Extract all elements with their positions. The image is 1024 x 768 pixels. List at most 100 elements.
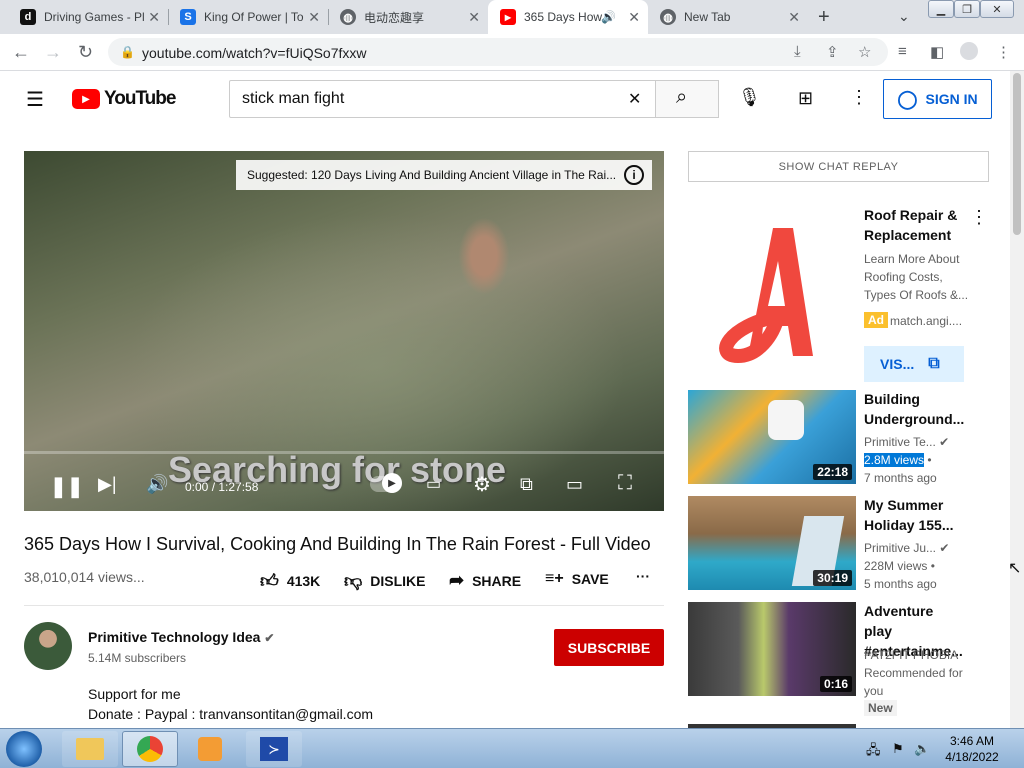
audio-playing-icon[interactable]: 🔊: [601, 10, 616, 24]
chrome-icon: ◍: [660, 9, 676, 25]
more-actions-icon[interactable]: ···: [636, 568, 650, 584]
back-arrow-icon[interactable]: ←: [12, 42, 30, 63]
recommended-thumbnail[interactable]: 0:16: [688, 602, 856, 696]
share-icon[interactable]: ⇪: [826, 43, 839, 61]
search-input[interactable]: stick man fight: [242, 90, 344, 108]
tab-new-tab[interactable]: ◍ New Tab ✕: [648, 0, 808, 34]
channel-name-text[interactable]: Primitive Technology Idea: [88, 629, 260, 645]
view-count[interactable]: 38,010,014 views...: [24, 569, 145, 585]
scrollbar-thumb[interactable]: [1013, 73, 1021, 235]
install-icon[interactable]: ⤓: [794, 43, 801, 60]
king-of-power-favicon-icon: S: [180, 9, 196, 25]
toilet-slide-shape: [768, 400, 804, 440]
video-title: 365 Days How I Survival, Cooking And Bui…: [24, 534, 651, 554]
subtitles-icon[interactable]: ▭: [426, 474, 441, 494]
recommended-views: 2.8M views: [864, 453, 925, 467]
start-button[interactable]: [6, 731, 42, 767]
side-panel-icon[interactable]: ◧: [930, 43, 944, 61]
ad-domain: match.angi....: [890, 314, 963, 328]
info-icon[interactable]: i: [624, 165, 644, 185]
microphone-icon[interactable]: 🎙: [738, 87, 761, 108]
file-explorer-icon[interactable]: [62, 731, 118, 767]
like-button[interactable]: 👍︎ 413K: [260, 570, 320, 592]
suggested-video-banner[interactable]: Suggested: 120 Days Living And Building …: [236, 160, 652, 190]
recommended-thumbnail[interactable]: 22:18: [688, 390, 856, 484]
subscribe-button[interactable]: SUBSCRIBE: [554, 629, 664, 666]
miniplayer-icon[interactable]: ⧉: [520, 474, 533, 495]
profile-avatar-icon[interactable]: [960, 42, 978, 60]
theater-mode-icon[interactable]: ▭: [566, 474, 583, 495]
hamburger-menu-icon[interactable]: ☰: [26, 87, 44, 112]
ad-title[interactable]: Roof Repair & Replacement: [864, 205, 964, 245]
bookmark-star-icon[interactable]: ☆: [858, 43, 871, 61]
video-duration: 0:16: [819, 676, 852, 692]
tab-title: 365 Days How I Survival: [524, 10, 604, 24]
chrome-taskbar-icon[interactable]: [122, 731, 178, 767]
tab-king-of-power[interactable]: S King Of Power | Tom ✕: [168, 0, 328, 34]
clear-search-icon[interactable]: ✕: [628, 89, 641, 109]
channel-line[interactable]: Primitive Te... ✔: [864, 433, 949, 451]
close-tab-icon[interactable]: ✕: [308, 9, 320, 26]
close-tab-icon[interactable]: ✕: [148, 9, 160, 26]
volume-icon[interactable]: 🔊: [146, 474, 168, 495]
minimize-button[interactable]: ▁: [928, 0, 954, 18]
close-window-button[interactable]: ✕: [980, 0, 1014, 18]
recommended-title[interactable]: Building Underground...: [864, 389, 964, 429]
tab-title: Driving Games - Play: [44, 10, 144, 24]
channel-name[interactable]: Primitive Technology Idea ✔: [88, 629, 274, 645]
tab-search-chevron-icon[interactable]: ⌄: [898, 8, 910, 25]
tab-youtube-active[interactable]: ▶ 365 Days How I Survival 🔊 ✕: [488, 0, 648, 34]
browser-toolbar: ← → ↻ 🔒 youtube.com/watch?v=fUiQSo7fxxw …: [0, 34, 1024, 71]
menu-dots-icon[interactable]: ⋮: [996, 43, 1011, 61]
ad-thumbnail[interactable]: [688, 206, 856, 374]
settings-dots-icon[interactable]: ⋮: [850, 87, 868, 108]
save-button[interactable]: ≡+ SAVE: [545, 570, 609, 588]
media-player-icon[interactable]: [182, 731, 238, 767]
fullscreen-icon[interactable]: ⛶: [618, 472, 632, 495]
action-center-icon[interactable]: ⚑: [892, 741, 904, 757]
media-control-icon[interactable]: ≡: [898, 43, 907, 60]
close-tab-icon[interactable]: ✕: [628, 9, 640, 26]
share-button[interactable]: ➦ SHARE: [449, 570, 521, 591]
recommended-channel[interactable]: FAT2FIT PHOBIA: [864, 646, 958, 664]
network-icon[interactable]: 🖧: [866, 741, 881, 763]
thumbs-down-icon: 👎︎: [344, 571, 363, 591]
taskbar-clock[interactable]: 3:46 AM 4/18/2022: [940, 733, 1004, 765]
channel-line[interactable]: Primitive Ju... ✔: [864, 539, 949, 557]
verified-icon: ✔: [939, 541, 950, 555]
lock-icon[interactable]: 🔒: [120, 45, 135, 59]
recommended-thumbnail[interactable]: 30:19: [688, 496, 856, 590]
account-icon: ◯: [897, 88, 918, 109]
settings-gear-icon[interactable]: ⚙: [473, 472, 491, 497]
url-text[interactable]: youtube.com/watch?v=fUiQSo7fxxw: [142, 45, 367, 61]
powershell-icon[interactable]: ≻: [246, 731, 302, 767]
forward-arrow-icon[interactable]: →: [44, 42, 62, 63]
new-tab-button[interactable]: +: [818, 6, 830, 29]
sign-in-button[interactable]: ◯ SIGN IN: [883, 79, 992, 119]
verified-icon: ✔: [939, 435, 950, 449]
tab-driving-games[interactable]: d Driving Games - Play ✕: [8, 0, 168, 34]
channel-avatar[interactable]: [24, 622, 72, 670]
subscriber-count: 5.14M subscribers: [88, 651, 187, 665]
restore-button[interactable]: ❐: [954, 0, 980, 18]
show-chat-replay-button[interactable]: SHOW CHAT REPLAY: [688, 151, 989, 182]
close-tab-icon[interactable]: ✕: [788, 9, 800, 26]
clock-time: 3:46 AM: [949, 734, 995, 748]
reload-icon[interactable]: ↻: [78, 42, 93, 63]
recommended-title[interactable]: My Summer Holiday 155...: [864, 495, 964, 535]
new-badge: New: [864, 700, 897, 716]
pause-icon[interactable]: ❚❚: [50, 474, 84, 499]
visit-button[interactable]: VIS... ⧉: [864, 346, 964, 382]
youtube-logo[interactable]: ▶ YouTube: [72, 88, 176, 110]
description-line: Support for me: [88, 686, 181, 702]
tab-chinese-site[interactable]: ◍ 电动恋趣享 ✕: [328, 0, 488, 34]
youtube-play-icon: ▶: [72, 89, 100, 109]
ad-menu-icon[interactable]: ⋮: [970, 207, 988, 228]
close-tab-icon[interactable]: ✕: [468, 9, 480, 26]
apps-grid-icon[interactable]: ⊞: [798, 88, 813, 109]
recommended-reason: Recommended for: [864, 666, 963, 680]
dislike-button[interactable]: 👎︎ DISLIKE: [344, 570, 426, 592]
divider: [24, 605, 664, 606]
next-icon[interactable]: ▶|: [98, 474, 117, 495]
volume-tray-icon[interactable]: 🔈: [914, 741, 930, 757]
